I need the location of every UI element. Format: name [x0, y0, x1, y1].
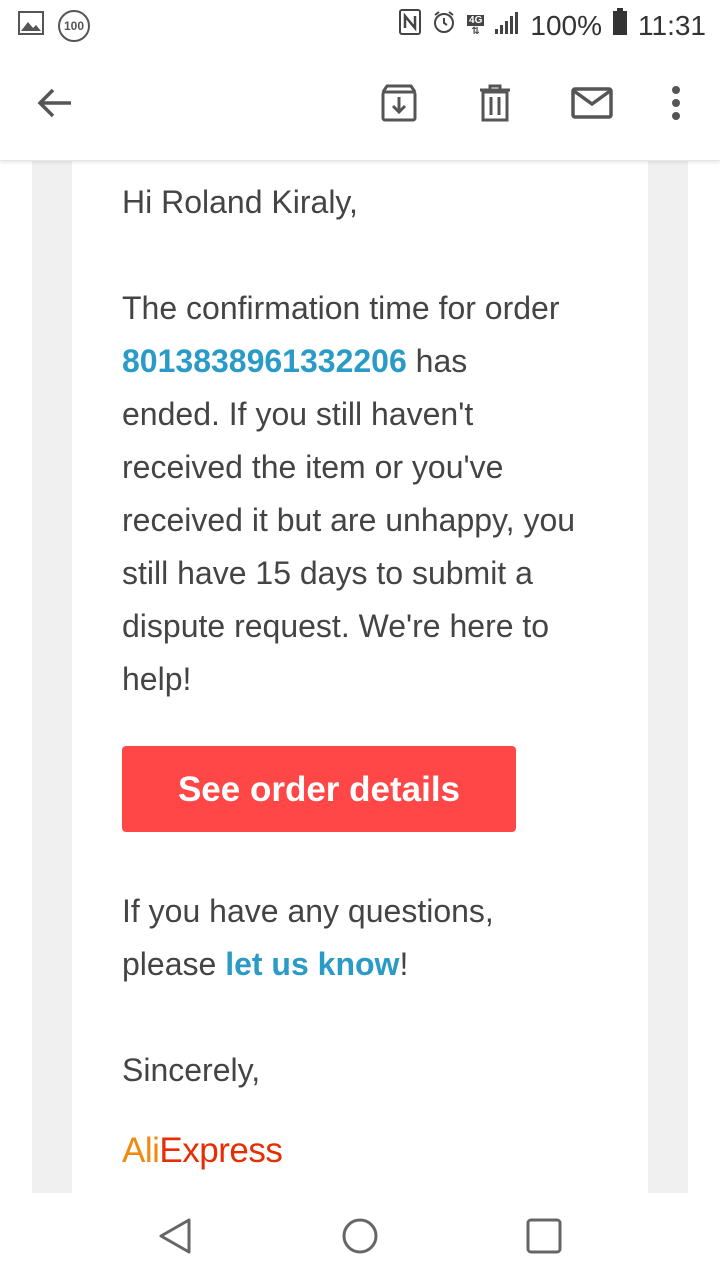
closing: Sincerely,	[122, 1052, 261, 1088]
message-line: help!	[122, 661, 192, 697]
alarm-icon	[431, 9, 457, 42]
greeting: Hi Roland Kiraly,	[122, 184, 358, 220]
battery-icon	[612, 8, 628, 43]
back-nav-icon	[157, 1216, 193, 1261]
message-line: received the item or you've	[122, 449, 504, 485]
message-text: has	[406, 343, 468, 379]
email-scroll-area[interactable]: Hi Roland Kiraly, The confirmation time …	[0, 161, 720, 1193]
order-number-link[interactable]: 8013838961332206	[122, 343, 407, 379]
email-card: Hi Roland Kiraly, The confirmation time …	[72, 161, 648, 1193]
status-bar: 100 4G ⇅ 100% 11:31	[0, 0, 720, 50]
recents-nav-button[interactable]	[519, 1213, 569, 1263]
back-arrow-icon	[37, 87, 73, 124]
recents-nav-icon	[525, 1217, 563, 1260]
battery-percent: 100%	[530, 9, 602, 41]
network-type-label: 4G	[467, 14, 485, 26]
message-line: still have 15 days to submit a	[122, 555, 533, 591]
navigation-bar	[0, 1193, 720, 1280]
back-nav-button[interactable]	[150, 1213, 200, 1263]
mark-unread-button[interactable]	[562, 75, 622, 135]
delete-button[interactable]	[465, 75, 525, 135]
questions-suffix: !	[399, 946, 409, 982]
aliexpress-logo: AliExpress	[122, 1127, 283, 1175]
clock: 11:31	[638, 9, 706, 41]
message-line: The confirmation time for order	[122, 290, 560, 326]
logo-part-ali: Ali	[122, 1131, 160, 1170]
message-paragraph: The confirmation time for order 80138389…	[122, 282, 612, 706]
delete-icon	[478, 84, 512, 127]
message-line: dispute request. We're here to	[122, 608, 550, 644]
let-us-know-link[interactable]: let us know	[225, 946, 399, 982]
questions-prefix: please	[122, 946, 226, 982]
logo-part-express: Express	[159, 1131, 283, 1170]
message-line: 8013838961332206 has	[122, 335, 612, 388]
more-vert-icon	[670, 85, 682, 126]
network-type-icon: 4G ⇅	[467, 14, 485, 37]
more-options-button[interactable]	[646, 75, 706, 135]
questions-line: If you have any questions,	[122, 893, 494, 929]
nfc-icon	[399, 9, 422, 42]
back-button[interactable]	[25, 75, 85, 135]
questions-line: please let us know!	[122, 938, 612, 991]
message-line: received it but are unhappy, you	[122, 502, 576, 538]
mark-unread-icon	[571, 86, 613, 124]
archive-button[interactable]	[369, 75, 429, 135]
home-nav-button[interactable]	[335, 1213, 385, 1263]
signal-icon	[494, 10, 520, 42]
email-toolbar	[0, 50, 720, 161]
notification-count-icon: 100	[58, 10, 90, 42]
archive-icon	[380, 84, 418, 127]
notification-count: 100	[63, 19, 85, 33]
see-order-details-button[interactable]: See order details	[122, 746, 516, 832]
home-nav-icon	[340, 1216, 380, 1261]
message-line: ended. If you still haven't	[122, 396, 474, 432]
questions-paragraph: If you have any questions, please let us…	[122, 885, 612, 991]
gallery-notification-icon	[18, 10, 44, 42]
